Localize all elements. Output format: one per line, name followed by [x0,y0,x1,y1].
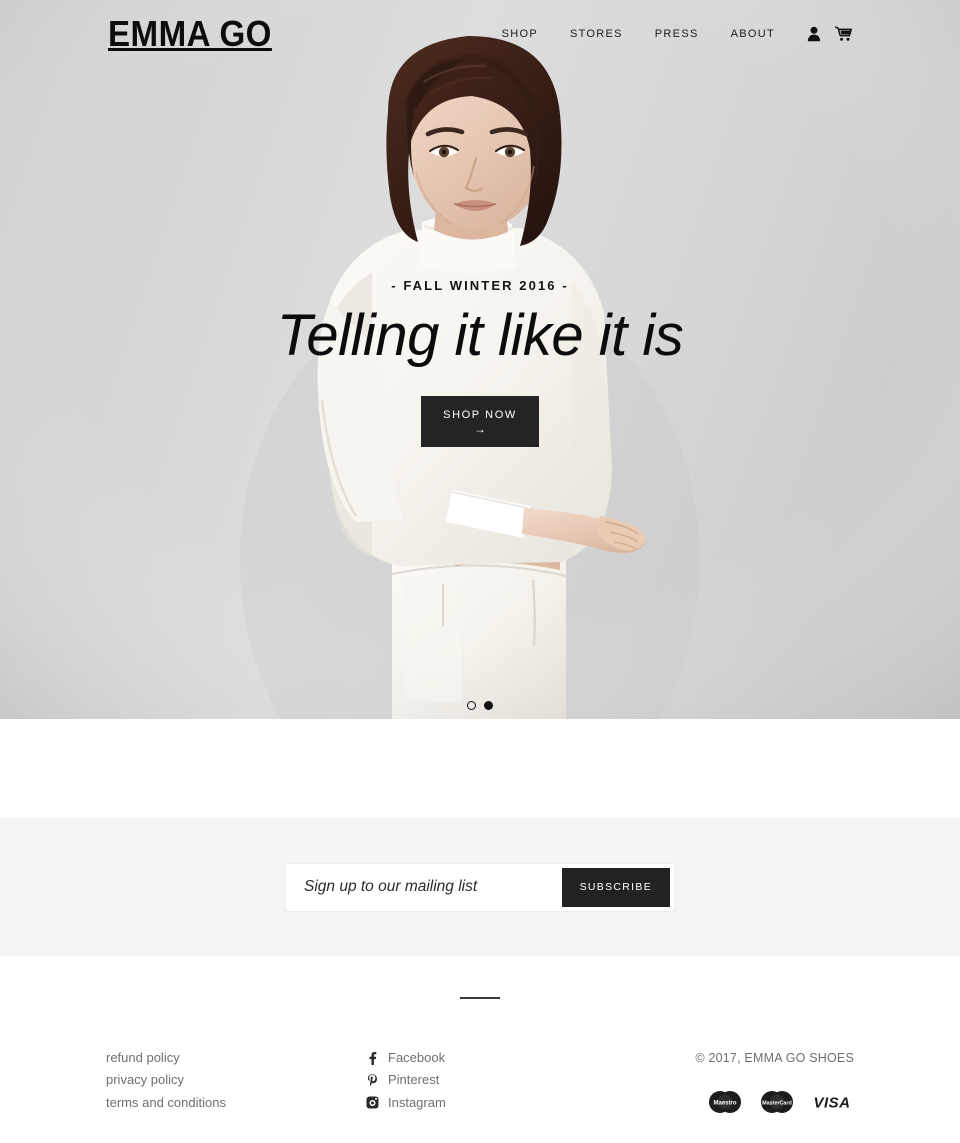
slider-dot-1[interactable] [467,701,476,710]
footer-columns: refund policy privacy policy terms and c… [0,1047,960,1114]
facebook-icon [366,1051,379,1065]
mastercard-icon: MasterCard [758,1090,796,1114]
visa-icon: VISA [810,1091,854,1113]
pinterest-icon [366,1074,379,1087]
site-footer: refund policy privacy policy terms and c… [0,956,960,1114]
site-header: EMMA GO SHOP STORES PRESS ABOUT [0,0,960,68]
hero-slider: EMMA GO SHOP STORES PRESS ABOUT - FALL W… [0,0,960,719]
footer-social-links: Facebook Pinterest Instagram [366,1047,686,1114]
social-label-pinterest: Pinterest [388,1072,440,1088]
social-link-pinterest[interactable]: Pinterest [366,1069,686,1091]
footer-link-terms-and-conditions[interactable]: terms and conditions [106,1092,366,1114]
account-icon[interactable] [807,26,821,42]
instagram-icon [366,1096,379,1109]
footer-copyright-column: © 2017, EMMA GO SHOES Maestro MasterCard… [686,1047,854,1114]
newsletter-section: SUBSCRIBE [0,818,960,956]
content-spacer [0,719,960,818]
payment-methods: Maestro MasterCard VISA [686,1090,854,1114]
maestro-icon: Maestro [706,1090,744,1114]
footer-divider [460,997,500,999]
svg-text:Maestro: Maestro [713,1101,736,1107]
subscribe-button[interactable]: SUBSCRIBE [561,867,670,907]
copyright-text: © 2017, EMMA GO SHOES [695,1051,854,1065]
shop-now-button[interactable]: SHOP NOW → [421,395,539,447]
footer-legal-links: refund policy privacy policy terms and c… [106,1047,366,1114]
nav-item-shop[interactable]: SHOP [486,22,554,46]
social-link-facebook[interactable]: Facebook [366,1047,686,1069]
hero-content: - FALL WINTER 2016 - Telling it like it … [0,278,960,447]
footer-link-privacy-policy[interactable]: privacy policy [106,1069,366,1091]
social-link-instagram[interactable]: Instagram [366,1092,686,1114]
arrow-right-icon: → [474,421,486,436]
footer-link-refund-policy[interactable]: refund policy [106,1047,366,1069]
slider-dots [0,701,960,710]
nav-item-press[interactable]: PRESS [639,22,715,46]
cart-icon[interactable] [834,26,853,42]
newsletter-form: SUBSCRIBE [285,862,675,912]
svg-text:VISA: VISA [813,1095,850,1112]
hero-eyebrow: - FALL WINTER 2016 - [391,278,569,293]
social-label-facebook: Facebook [388,1050,446,1065]
hero-title: Telling it like it is [276,303,684,368]
slider-dot-2[interactable] [484,701,493,710]
site-logo[interactable]: EMMA GO [108,16,272,52]
newsletter-email-input[interactable] [286,863,562,911]
main-navigation: SHOP STORES PRESS ABOUT [486,22,853,46]
social-label-instagram: Instagram [388,1094,446,1110]
shop-now-label: SHOP NOW [443,408,517,421]
nav-item-stores[interactable]: STORES [554,22,639,46]
header-icons [807,26,853,42]
nav-item-about[interactable]: ABOUT [715,22,791,46]
svg-text:MasterCard: MasterCard [762,1101,792,1107]
